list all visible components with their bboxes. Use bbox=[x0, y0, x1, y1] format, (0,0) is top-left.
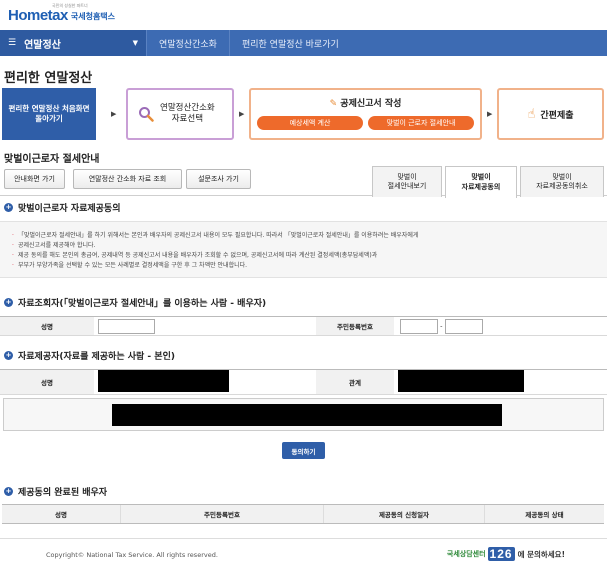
magnifier-icon bbox=[139, 107, 154, 122]
copyright-text: Copyright© National Tax Service. All rig… bbox=[46, 550, 218, 559]
breadcrumb-item[interactable]: 편리한 연말정산 바로가기 bbox=[228, 30, 351, 56]
notice-line: 부부가 부양가족을 선택할 수 있는 모든 사례별로 결정세액을 구한 후 그 … bbox=[12, 261, 599, 271]
call-center-banner[interactable]: 국세상담센터 126 에 문의하세요! bbox=[447, 547, 565, 561]
tab-consent[interactable]: 맞벌이 자료제공동의 bbox=[445, 166, 517, 198]
top-nav: ☰ 연말정산 ▼ 연말정산간소화 편리한 연말정산 바로가기 bbox=[0, 30, 607, 56]
rrn-label: 주민등록번호 bbox=[316, 316, 394, 336]
relation-label: 관계 bbox=[316, 369, 394, 395]
lookup-data-button[interactable]: 연말정산 간소화 자료 조회 bbox=[73, 169, 182, 189]
redacted-statement bbox=[112, 404, 502, 426]
arrow-right-icon: ▶ bbox=[487, 110, 493, 118]
step-select-data[interactable]: 연말정산간소화 자료선택 bbox=[126, 88, 234, 140]
notice-line: 공제신고서를 제공해야 합니다. bbox=[12, 241, 599, 251]
site-header: Hometax 국세청홈택스 국민의 성실한 파트너 bbox=[0, 0, 607, 30]
provider-form: 성명 관계 bbox=[0, 369, 607, 395]
column-header: 주민등록번호 bbox=[121, 505, 324, 523]
menu-dropdown[interactable]: ☰ 연말정산 ▼ bbox=[0, 30, 146, 56]
arrow-right-icon: ▶ bbox=[111, 110, 117, 118]
column-header: 성명 bbox=[2, 505, 121, 523]
menu-label: 연말정산 bbox=[24, 39, 61, 51]
logo-tagline: 국민의 성실한 파트너 bbox=[52, 3, 88, 8]
redacted-name bbox=[98, 370, 229, 392]
simple-submit-button[interactable]: ☝ 간편제출 bbox=[497, 88, 604, 140]
consent-section-title: + 맞벌이근로자 자료제공동의 bbox=[4, 203, 121, 214]
provider-name-label: 성명 bbox=[0, 369, 94, 395]
hometax-logo[interactable]: Hometax 국세청홈택스 bbox=[8, 7, 115, 24]
footer: Copyright© National Tax Service. All rig… bbox=[0, 538, 607, 570]
hand-pointer-icon: ☝ bbox=[527, 106, 536, 122]
provider-title: + 자료제공자(자료를 제공하는 사람 - 본인) bbox=[4, 351, 175, 362]
plus-circle-icon: + bbox=[4, 487, 13, 496]
page-title: 편리한 연말정산 bbox=[4, 71, 93, 86]
document-pencil-icon: ✎ bbox=[329, 99, 338, 109]
agree-button[interactable]: 동의하기 bbox=[282, 442, 325, 459]
call-center-number: 126 bbox=[487, 547, 515, 561]
start-page-button[interactable]: 편리한 연말정산 처음화면 돌아가기 bbox=[2, 88, 96, 140]
plus-circle-icon: + bbox=[4, 298, 13, 307]
section-title: 맞벌이근로자 절세안내 bbox=[4, 154, 100, 165]
spouse-rrn-back-input[interactable] bbox=[444, 318, 483, 334]
estimate-tax-button[interactable]: 예상세액 계산 bbox=[257, 116, 363, 130]
chevron-down-icon: ▼ bbox=[132, 39, 138, 47]
dual-income-guide-button[interactable]: 맞벌이 근로자 절세안내 bbox=[368, 116, 474, 130]
name-label: 성명 bbox=[0, 316, 94, 336]
spouse-name-input[interactable] bbox=[98, 318, 155, 334]
consent-statement-box bbox=[3, 398, 604, 431]
rrn-separator: - bbox=[440, 322, 443, 330]
notice-line: 제공 동의를 해도 본인의 총급여, 공제내역 등 공제신고서 내용을 배우자가… bbox=[12, 251, 599, 261]
completed-title: + 제공동의 완료된 배우자 bbox=[4, 487, 108, 498]
lookup-user-title: + 자료조회자(「맞벌이근로자 절세안내」를 이용하는 사람 - 배우자) bbox=[4, 298, 267, 309]
plus-circle-icon: + bbox=[4, 351, 13, 360]
guide-page-button[interactable]: 안내화면 가기 bbox=[4, 169, 65, 189]
step-select-label: 연말정산간소화 자료선택 bbox=[160, 102, 215, 124]
process-steps: 편리한 연말정산 처음화면 돌아가기 ▶ 연말정산간소화 자료선택 ▶ ✎ 공제… bbox=[0, 88, 607, 142]
spouse-rrn-front-input[interactable] bbox=[400, 318, 438, 334]
lookup-user-form: 성명 주민등록번호 - bbox=[0, 316, 607, 336]
notice-box: 「맞벌이근로자 절세안내」를 하기 위해서는 본인과 배우자의 공제신고서 내용… bbox=[0, 221, 607, 278]
plus-circle-icon: + bbox=[4, 203, 13, 212]
toolbar: 안내화면 가기 연말정산 간소화 자료 조회 설문조사 가기 맞벌이 절세안내보기… bbox=[0, 166, 607, 198]
column-header: 제공동의 상태 bbox=[525, 511, 564, 519]
tab-consent-cancel[interactable]: 맞벌이 자료제공동의취소 bbox=[520, 166, 604, 197]
survey-button[interactable]: 설문조사 가기 bbox=[186, 169, 251, 189]
hamburger-icon: ☰ bbox=[8, 38, 17, 48]
step-write-title: ✎ 공제신고서 작성 bbox=[329, 99, 402, 109]
arrow-right-icon: ▶ bbox=[239, 110, 245, 118]
notice-line: 「맞벌이근로자 절세안내」를 하기 위해서는 본인과 배우자의 공제신고서 내용… bbox=[12, 231, 599, 241]
logo-subtitle: 국세청홈택스 bbox=[70, 11, 116, 21]
completed-table-header: 성명 주민등록번호 제공동의 신청일자 제공동의 상태 bbox=[2, 504, 604, 524]
column-header: 제공동의 신청일자 bbox=[324, 505, 485, 523]
redacted-relation bbox=[398, 370, 524, 392]
tab-guide-view[interactable]: 맞벌이 절세안내보기 bbox=[372, 166, 442, 197]
step-write-deduction: ✎ 공제신고서 작성 예상세액 계산 맞벌이 근로자 절세안내 bbox=[249, 88, 482, 140]
logo-wordmark: Hometax bbox=[8, 6, 68, 24]
breadcrumb-item[interactable]: 연말정산간소화 bbox=[146, 30, 229, 56]
